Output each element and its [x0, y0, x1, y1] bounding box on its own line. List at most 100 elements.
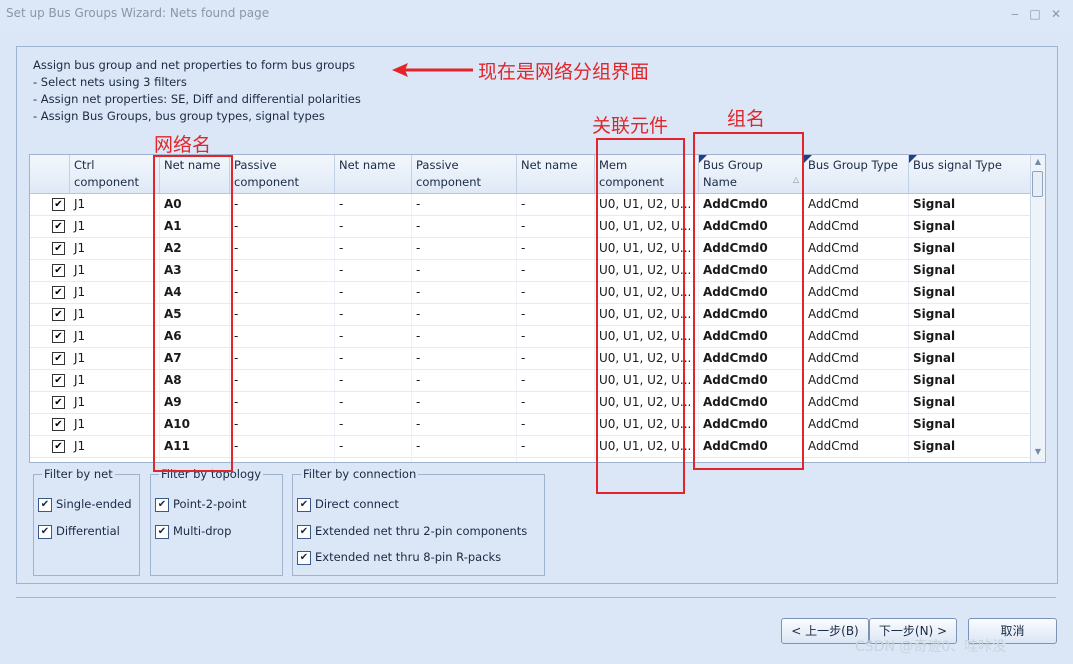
- row-select-checkbox[interactable]: ✔: [52, 396, 65, 409]
- cell-bus-group-type[interactable]: AddCmd: [804, 194, 909, 215]
- cell-net-name-3[interactable]: -: [517, 238, 595, 259]
- scroll-up-icon[interactable]: ▲: [1031, 157, 1045, 166]
- cell-passive-component-2[interactable]: -: [412, 348, 517, 369]
- cell-net-name-2[interactable]: -: [335, 304, 412, 325]
- cell-passive-component-2[interactable]: -: [412, 282, 517, 303]
- header-passive-component[interactable]: Passive component: [230, 155, 335, 193]
- cell-net-name-3[interactable]: -: [517, 458, 595, 462]
- cell-net-name-2[interactable]: -: [335, 414, 412, 435]
- cell-net-name-3[interactable]: -: [517, 392, 595, 413]
- cell-net-name-3[interactable]: -: [517, 326, 595, 347]
- cell-passive-component-2[interactable]: -: [412, 370, 517, 391]
- cell-bus-group-type[interactable]: AddCmd: [804, 326, 909, 347]
- row-select-checkbox[interactable]: ✔: [52, 286, 65, 299]
- cell-bus-signal-type[interactable]: Signal: [909, 194, 1031, 215]
- cell-ctrl-component[interactable]: J1: [70, 194, 160, 215]
- cell-ctrl-component[interactable]: J1: [70, 326, 160, 347]
- cell-net-name-2[interactable]: -: [335, 326, 412, 347]
- cell-net-name-3[interactable]: -: [517, 414, 595, 435]
- header-bus-signal-type[interactable]: Bus signal Type: [909, 155, 1031, 193]
- cell-net-name-2[interactable]: -: [335, 216, 412, 237]
- cell-net-name-3[interactable]: -: [517, 370, 595, 391]
- cell-bus-signal-type[interactable]: Signal: [909, 238, 1031, 259]
- header-ctrl-component[interactable]: Ctrl component: [70, 155, 160, 193]
- header-bus-group-type[interactable]: Bus Group Type: [804, 155, 909, 193]
- close-button[interactable]: ✕: [1048, 6, 1064, 22]
- cell-net-name-2[interactable]: -: [335, 282, 412, 303]
- cell-passive-component-2[interactable]: -: [412, 194, 517, 215]
- cell-bus-signal-type[interactable]: Signal: [909, 326, 1031, 347]
- cell-passive-component-2[interactable]: -: [412, 436, 517, 457]
- cell-passive-component-2[interactable]: -: [412, 216, 517, 237]
- cell-net-name-2[interactable]: -: [335, 194, 412, 215]
- cell-bus-group-type[interactable]: AddCmd: [804, 304, 909, 325]
- cell-net-name-2[interactable]: -: [335, 238, 412, 259]
- cell-net-name-3[interactable]: -: [517, 260, 595, 281]
- cell-passive-component[interactable]: -: [230, 348, 335, 369]
- cell-bus-signal-type[interactable]: Signal: [909, 414, 1031, 435]
- cell-bus-group-type[interactable]: AddCmd: [804, 414, 909, 435]
- cell-net-name-3[interactable]: -: [517, 216, 595, 237]
- row-select-checkbox[interactable]: ✔: [52, 374, 65, 387]
- row-select-checkbox[interactable]: ✔: [52, 220, 65, 233]
- extended-2pin-checkbox[interactable]: ✔ Extended net thru 2-pin components: [297, 524, 527, 539]
- header-passive-component-2[interactable]: Passive component: [412, 155, 517, 193]
- cell-bus-signal-type[interactable]: Signal: [909, 392, 1031, 413]
- cell-ctrl-component[interactable]: J1: [70, 458, 160, 462]
- cell-ctrl-component[interactable]: J1: [70, 238, 160, 259]
- cell-passive-component[interactable]: -: [230, 238, 335, 259]
- row-select-checkbox[interactable]: ✔: [52, 308, 65, 321]
- cell-passive-component-2[interactable]: -: [412, 414, 517, 435]
- row-select-checkbox[interactable]: ✔: [52, 264, 65, 277]
- cell-passive-component-2[interactable]: -: [412, 458, 517, 462]
- cell-net-name-3[interactable]: -: [517, 436, 595, 457]
- cell-net-name-2[interactable]: -: [335, 370, 412, 391]
- cell-passive-component[interactable]: -: [230, 260, 335, 281]
- point-2-point-checkbox[interactable]: ✔ Point-2-point: [155, 497, 247, 512]
- cell-passive-component-2[interactable]: -: [412, 392, 517, 413]
- cell-ctrl-component[interactable]: J1: [70, 304, 160, 325]
- cell-ctrl-component[interactable]: J1: [70, 392, 160, 413]
- row-select-checkbox[interactable]: ✔: [52, 418, 65, 431]
- scroll-down-icon[interactable]: ▼: [1031, 447, 1045, 456]
- cell-net-name-2[interactable]: -: [335, 458, 412, 462]
- row-select-checkbox[interactable]: ✔: [52, 440, 65, 453]
- row-select-checkbox[interactable]: ✔: [52, 330, 65, 343]
- cell-bus-signal-type[interactable]: Signal: [909, 348, 1031, 369]
- cell-bus-group-type[interactable]: AddCmd: [804, 458, 909, 462]
- cell-bus-signal-type[interactable]: Signal: [909, 282, 1031, 303]
- row-select-checkbox[interactable]: ✔: [52, 352, 65, 365]
- cell-passive-component[interactable]: -: [230, 216, 335, 237]
- cell-bus-group-type[interactable]: AddCmd: [804, 216, 909, 237]
- cell-passive-component[interactable]: -: [230, 458, 335, 462]
- cell-passive-component[interactable]: -: [230, 304, 335, 325]
- differential-checkbox[interactable]: ✔ Differential: [38, 524, 120, 539]
- header-net-name-2[interactable]: Net name: [335, 155, 412, 193]
- header-net-name-3[interactable]: Net name: [517, 155, 595, 193]
- row-select-checkbox[interactable]: ✔: [52, 198, 65, 211]
- cell-ctrl-component[interactable]: J1: [70, 436, 160, 457]
- cell-net-name-2[interactable]: -: [335, 436, 412, 457]
- row-select-checkbox[interactable]: ✔: [52, 242, 65, 255]
- cell-passive-component[interactable]: -: [230, 326, 335, 347]
- cell-passive-component[interactable]: -: [230, 194, 335, 215]
- cell-bus-group-type[interactable]: AddCmd: [804, 436, 909, 457]
- cell-bus-signal-type[interactable]: Signal: [909, 304, 1031, 325]
- cell-passive-component-2[interactable]: -: [412, 326, 517, 347]
- cell-ctrl-component[interactable]: J1: [70, 370, 160, 391]
- cell-net-name-3[interactable]: -: [517, 282, 595, 303]
- extended-8pin-checkbox[interactable]: ✔ Extended net thru 8-pin R-packs: [297, 550, 501, 565]
- cell-bus-group-type[interactable]: AddCmd: [804, 392, 909, 413]
- cell-net-name-3[interactable]: -: [517, 194, 595, 215]
- cell-net-name-2[interactable]: -: [335, 348, 412, 369]
- cell-net-name-2[interactable]: -: [335, 392, 412, 413]
- row-select-checkbox[interactable]: ✔: [52, 462, 65, 463]
- cell-ctrl-component[interactable]: J1: [70, 260, 160, 281]
- cell-passive-component[interactable]: -: [230, 414, 335, 435]
- cell-passive-component[interactable]: -: [230, 370, 335, 391]
- cell-passive-component-2[interactable]: -: [412, 260, 517, 281]
- cell-passive-component[interactable]: -: [230, 392, 335, 413]
- cell-ctrl-component[interactable]: J1: [70, 414, 160, 435]
- cell-bus-signal-type[interactable]: Signal: [909, 436, 1031, 457]
- cell-passive-component[interactable]: -: [230, 436, 335, 457]
